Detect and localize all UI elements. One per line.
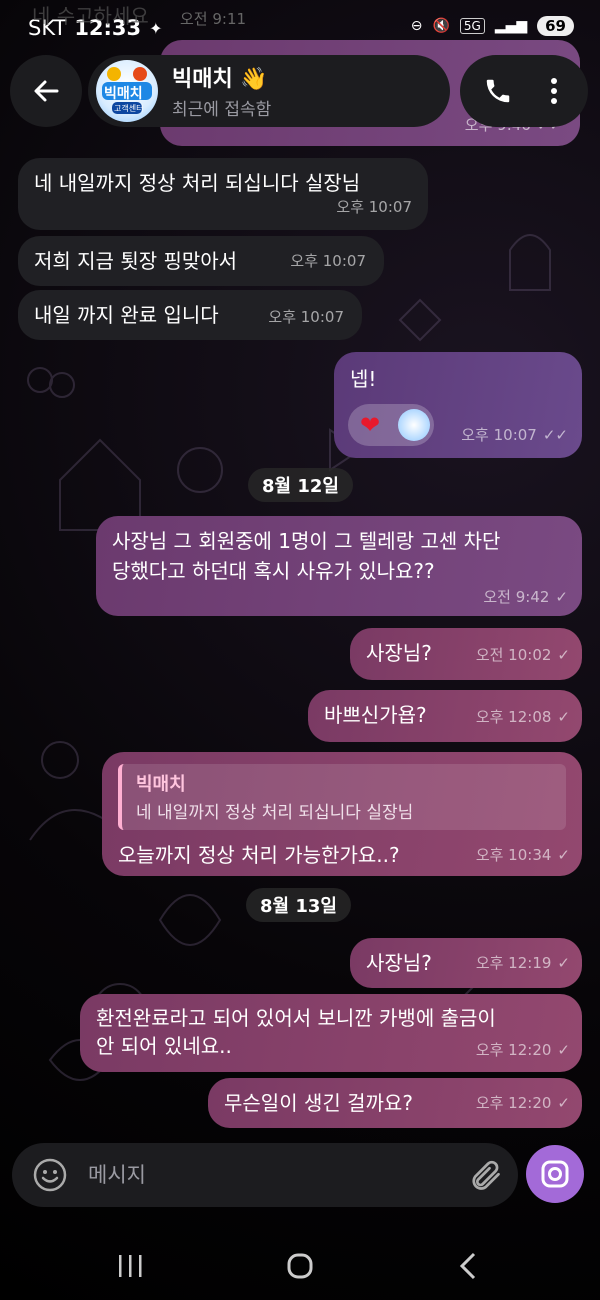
recent-apps-icon <box>119 1255 142 1277</box>
camera-icon <box>541 1160 569 1188</box>
back-button[interactable] <box>10 55 82 127</box>
header-actions <box>460 55 588 127</box>
message-bubble-outgoing[interactable]: 바쁘신가욥? 오후 12:08 ✓ <box>308 690 582 742</box>
message-text: 오늘까지 정상 처리 가능한가요..? <box>118 843 400 867</box>
system-nav-bar <box>0 1232 600 1300</box>
previous-message-ghost-time: 오전 9:11 <box>180 10 247 28</box>
back-chevron-icon <box>459 1252 476 1280</box>
attach-button[interactable] <box>467 1157 503 1193</box>
paperclip-icon <box>472 1160 500 1190</box>
home-icon <box>287 1253 313 1279</box>
message-time: 오후 10:07 <box>268 308 344 326</box>
message-bubble-outgoing[interactable]: 사장님? 오후 12:19 ✓ <box>350 938 582 988</box>
message-reaction[interactable]: ❤ <box>348 404 434 446</box>
reply-quote[interactable]: 빅매치 네 내일까지 정상 처리 되십니다 실장님 <box>118 764 566 830</box>
battery-indicator: 69 <box>537 16 574 36</box>
more-options-button[interactable] <box>536 71 572 111</box>
message-time: 오후 12:20 ✓ <box>475 1041 570 1059</box>
avatar-text: 빅매치 <box>104 86 143 102</box>
message-time: 오후 12:08 ✓ <box>475 708 570 726</box>
message-time: 오후 10:07 ✓✓ <box>461 426 568 444</box>
back-nav-button[interactable] <box>448 1250 488 1282</box>
message-bubble-incoming[interactable]: 네 내일까지 정상 처리 되십니다 실장님 오후 10:07 <box>18 158 428 230</box>
message-time: 오후 12:20 ✓ <box>475 1094 570 1112</box>
message-bubble-outgoing[interactable]: 무슨일이 생긴 걸까요? 오후 12:20 ✓ <box>208 1078 582 1128</box>
message-bubble-incoming[interactable]: 내일 까지 완료 입니다 오후 10:07 <box>18 290 362 340</box>
message-bubble-outgoing[interactable]: 사장님 그 회원중에 1명이 그 텔레랑 고센 차단 당했다고 하던대 혹시 사… <box>96 516 582 616</box>
camera-button[interactable] <box>526 1145 584 1203</box>
message-bubble-incoming[interactable]: 저희 지금 툇장 핑맞아서 오후 10:07 <box>18 236 384 286</box>
avatar[interactable]: 빅매치 고객센터 <box>96 60 158 122</box>
message-time: 오후 10:07 <box>336 198 412 216</box>
signal-icon: ▂▄▆ <box>494 18 528 34</box>
home-button[interactable] <box>280 1250 320 1282</box>
heart-icon: ❤ <box>360 411 381 439</box>
message-time: 오후 10:34 ✓ <box>475 846 570 864</box>
contact-status: 최근에 접속함 <box>172 100 272 120</box>
date-separator: 8월 12일 <box>248 468 353 502</box>
previous-message-ghost: 네 수고하세요 <box>32 4 149 28</box>
reply-author: 빅매치 <box>136 774 186 795</box>
call-button[interactable] <box>478 71 518 111</box>
reply-text: 네 내일까지 정상 처리 되십니다 실장님 <box>136 803 414 823</box>
avatar-subtext: 고객센터 <box>114 104 144 113</box>
message-time: 오전 9:42 ✓ <box>483 588 568 606</box>
more-vertical-icon <box>551 78 557 104</box>
message-time: 오전 10:02 ✓ <box>475 646 570 664</box>
sparkle-icon: ✦ <box>149 18 163 38</box>
smiley-icon <box>33 1158 67 1192</box>
phone-icon <box>486 79 510 103</box>
back-arrow-icon <box>34 80 59 102</box>
contact-name: 빅매치 👋 <box>172 67 268 92</box>
message-composer <box>12 1143 518 1207</box>
date-separator: 8월 13일 <box>246 888 351 922</box>
message-time: 오후 10:07 <box>290 252 366 270</box>
message-bubble-outgoing[interactable]: 빅매치 네 내일까지 정상 처리 되십니다 실장님 오늘까지 정상 처리 가능한… <box>102 752 582 876</box>
message-text-line: 환전완료라고 되어 있어서 보니깐 카뱅에 출금이 <box>96 1006 496 1030</box>
reactor-avatar <box>398 409 430 441</box>
message-bubble-outgoing[interactable]: 사장님? 오전 10:02 ✓ <box>350 628 582 680</box>
message-text-line: 사장님 그 회원중에 1명이 그 텔레랑 고센 차단 <box>112 529 501 553</box>
recent-apps-button[interactable] <box>110 1250 150 1282</box>
message-bubble-outgoing[interactable]: 넵! ❤ 오후 10:07 ✓✓ <box>334 352 582 458</box>
mute-icon: 🔇 <box>432 18 450 34</box>
message-time: 오후 12:19 ✓ <box>475 954 570 972</box>
emoji-button[interactable] <box>32 1157 68 1193</box>
do-not-disturb-icon: ⊖ <box>410 18 423 34</box>
message-text: 넵! <box>350 367 377 391</box>
message-input[interactable] <box>88 1155 448 1195</box>
network-type: 5G <box>459 18 485 34</box>
message-bubble-outgoing[interactable]: 환전완료라고 되어 있어서 보니깐 카뱅에 출금이 안 되어 있네요.. 오후 … <box>80 994 582 1072</box>
chat-header[interactable]: 빅매치 고객센터 빅매치 👋 최근에 접속함 <box>88 55 450 127</box>
